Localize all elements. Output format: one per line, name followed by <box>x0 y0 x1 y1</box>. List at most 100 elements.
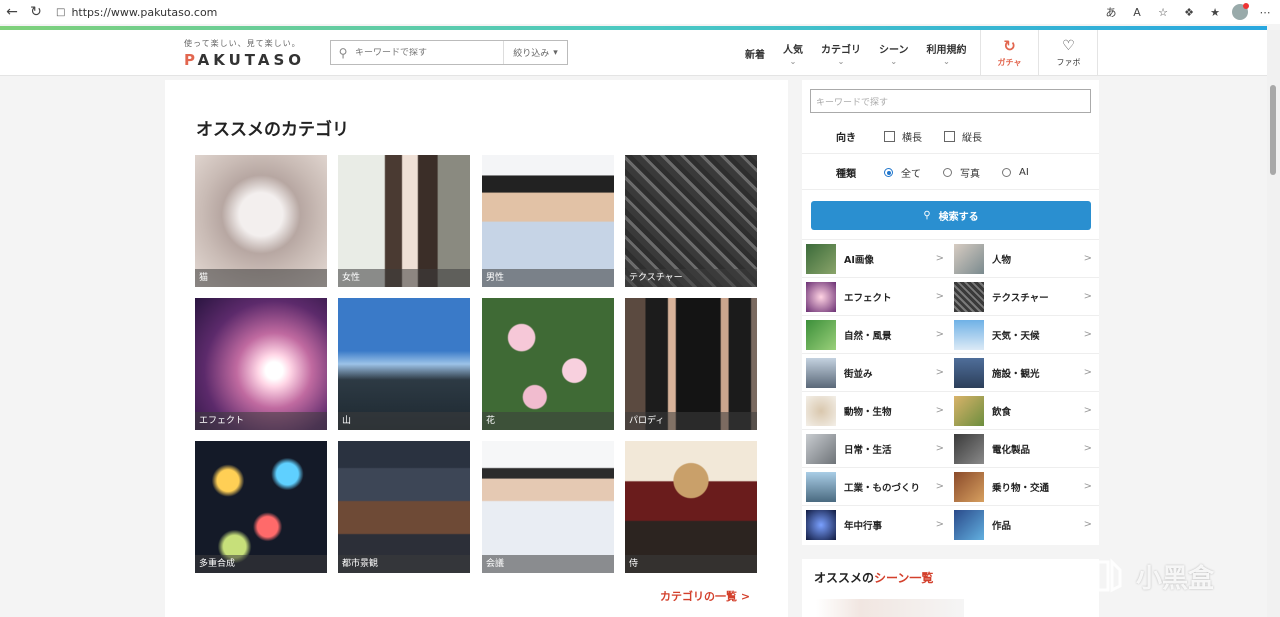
radio[interactable] <box>943 168 952 177</box>
radio-selected[interactable] <box>884 168 893 177</box>
chevron-right-icon: > <box>935 367 944 378</box>
chevron-right-icon: > <box>935 443 944 454</box>
header-search-input[interactable] <box>355 47 503 58</box>
nav-item-new[interactable]: 新着 <box>736 30 774 76</box>
more-icon[interactable]: ⋯ <box>1256 3 1274 21</box>
category-tile-mountain[interactable]: 山 <box>338 298 470 430</box>
section-title: オススメのカテゴリ <box>196 120 349 140</box>
header-search: ⚲ 絞り込み ▾ <box>330 40 568 65</box>
category-tile-texture[interactable]: テクスチャー <box>625 155 757 287</box>
filter-label: 絞り込み <box>513 49 550 59</box>
category-row: 日常・生活 > 電化製品 > <box>802 429 1099 467</box>
chevron-right-icon: > <box>1083 481 1092 492</box>
sidebar-item-works[interactable]: 作品 > <box>950 506 1098 544</box>
type-all[interactable]: 全て <box>884 165 921 180</box>
nav-item-scene[interactable]: シーン ⌄ <box>870 30 918 76</box>
category-tile-meeting[interactable]: 会議 <box>482 441 614 573</box>
read-aloud-icon[interactable]: あ <box>1102 3 1120 21</box>
effect-photo <box>195 298 327 430</box>
site-header: 使って楽しい、見て楽しい。 PAKUTASO ⚲ 絞り込み ▾ 新着 人気⌄ カ… <box>0 30 1267 76</box>
sidebar-item-weather[interactable]: 天気・天候 > <box>950 316 1098 354</box>
category-tile-effect[interactable]: エフェクト <box>195 298 327 430</box>
sidebar-item-facilities[interactable]: 施設・観光 > <box>950 354 1098 392</box>
sidebar-item-food[interactable]: 飲食 > <box>950 392 1098 430</box>
site-logo[interactable]: 使って楽しい、見て楽しい。 PAKUTASO <box>184 38 305 69</box>
type-ai[interactable]: AI <box>1002 167 1029 178</box>
chevron-right-icon: > <box>1083 329 1092 340</box>
search-button[interactable]: ⚲ 検索する <box>811 201 1091 230</box>
nav-item-popular[interactable]: 人気 ⌄ <box>774 30 812 76</box>
chevron-down-icon: ⌄ <box>890 56 898 66</box>
radio[interactable] <box>1002 168 1011 177</box>
category-tile-composite[interactable]: 多重合成 <box>195 441 327 573</box>
favorite-star-icon[interactable]: ☆ <box>1154 3 1172 21</box>
checkbox[interactable] <box>944 131 955 142</box>
chevron-right-icon: > <box>1083 367 1092 378</box>
sidebar: キーワードで探す 向き 横長 縦長 種類 全て 写真 AI ⚲ 検索する AI画… <box>802 80 1099 545</box>
sidebar-item-daily-life[interactable]: 日常・生活 > <box>802 430 950 468</box>
cityscape-photo <box>338 441 470 573</box>
extensions-icon[interactable]: ❖ <box>1180 3 1198 21</box>
category-row: 動物・生物 > 飲食 > <box>802 391 1099 429</box>
orientation-row: 向き 横長 縦長 <box>802 120 1099 154</box>
lock-icon[interactable]: □ <box>56 7 65 18</box>
parody-photo <box>625 298 757 430</box>
sidebar-item-electronics[interactable]: 電化製品 > <box>950 430 1098 468</box>
category-row: 年中行事 > 作品 > <box>802 505 1099 543</box>
scene-thumbnail[interactable] <box>816 599 964 617</box>
sidebar-item-ai-image[interactable]: AI画像 > <box>802 240 950 278</box>
logo-tagline: 使って楽しい、見て楽しい。 <box>184 39 301 48</box>
category-tile-cat[interactable]: 猫 <box>195 155 327 287</box>
favorites-button[interactable]: ♡ ファボ <box>1040 30 1098 76</box>
profile-icon[interactable] <box>1232 3 1249 20</box>
nav-item-terms[interactable]: 利用規約 ⌄ <box>918 30 976 76</box>
chevron-right-icon: > <box>935 291 944 302</box>
sidebar-item-industry[interactable]: 工業・ものづくり > <box>802 468 950 506</box>
nav-item-category[interactable]: カテゴリ ⌄ <box>812 30 870 76</box>
favorites-icon[interactable]: ★ <box>1206 3 1224 21</box>
category-row: 工業・ものづくり > 乗り物・交通 > <box>802 467 1099 505</box>
category-row: エフェクト > テクスチャー > <box>802 277 1099 315</box>
chevron-right-icon: > <box>935 481 944 492</box>
filter-dropdown[interactable]: 絞り込み ▾ <box>503 41 567 64</box>
scene-title: オススメのシーン一覧 <box>814 571 934 585</box>
sidebar-search-input[interactable]: キーワードで探す <box>810 89 1091 113</box>
refresh-icon[interactable]: ↻ <box>24 0 48 24</box>
category-tile-man[interactable]: 男性 <box>482 155 614 287</box>
main-content: オススメのカテゴリ 猫 女性 男性 テクスチャー エフェクト 山 花 パロディ … <box>165 80 788 617</box>
orientation-landscape[interactable]: 横長 <box>884 129 922 144</box>
meeting-photo <box>482 441 614 573</box>
page-scrollbar[interactable] <box>1267 30 1280 617</box>
type-row: 種類 全て 写真 AI <box>802 156 1099 190</box>
category-tile-samurai[interactable]: 侍 <box>625 441 757 573</box>
back-icon[interactable]: ← <box>0 0 24 24</box>
sidebar-item-vehicles[interactable]: 乗り物・交通 > <box>950 468 1098 506</box>
type-photo[interactable]: 写真 <box>943 165 980 180</box>
category-tile-cityscape[interactable]: 都市景観 <box>338 441 470 573</box>
checkbox[interactable] <box>884 131 895 142</box>
chevron-right-icon: > <box>935 253 944 264</box>
category-tile-woman[interactable]: 女性 <box>338 155 470 287</box>
category-tile-flower[interactable]: 花 <box>482 298 614 430</box>
sidebar-item-nature[interactable]: 自然・風景 > <box>802 316 950 354</box>
sidebar-item-events[interactable]: 年中行事 > <box>802 506 950 544</box>
sidebar-item-streets[interactable]: 街並み > <box>802 354 950 392</box>
flower-photo <box>482 298 614 430</box>
gacha-label: ガチャ <box>997 57 1022 67</box>
sidebar-item-animals[interactable]: 動物・生物 > <box>802 392 950 430</box>
category-tile-parody[interactable]: パロディ <box>625 298 757 430</box>
heart-icon: ♡ <box>1062 37 1075 54</box>
scrollbar-thumb[interactable] <box>1270 85 1276 175</box>
chevron-right-icon: > <box>1083 291 1092 302</box>
sidebar-category-list: AI画像 > 人物 > エフェクト > テクスチャー > 自然・風景 > 天気・天候 > 街… <box>802 239 1099 543</box>
chevron-down-icon: ⌄ <box>837 56 845 66</box>
address-bar[interactable]: □ https://www.pakutaso.com <box>56 3 217 21</box>
text-size-icon[interactable]: A <box>1128 3 1146 21</box>
gacha-button[interactable]: ↻ ガチャ <box>980 30 1039 76</box>
category-list-link[interactable]: カテゴリの一覧 > <box>660 588 750 604</box>
sidebar-item-people[interactable]: 人物 > <box>950 240 1098 278</box>
sidebar-item-effect[interactable]: エフェクト > <box>802 278 950 316</box>
orientation-portrait[interactable]: 縦長 <box>944 129 982 144</box>
recommended-scenes: オススメのシーン一覧 <box>802 559 1099 617</box>
sidebar-item-texture[interactable]: テクスチャー > <box>950 278 1098 316</box>
